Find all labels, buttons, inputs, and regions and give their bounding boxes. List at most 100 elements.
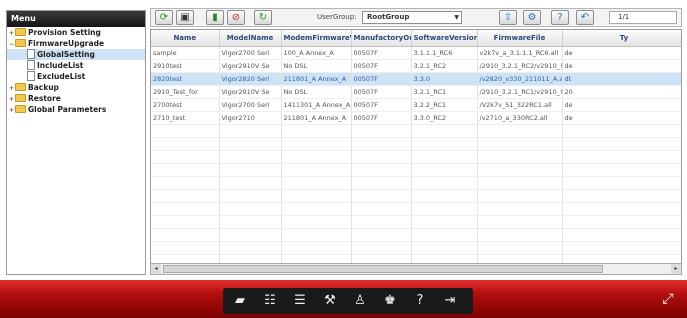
firmware-table: NameModelNameModemFirmwareVersionManufac… [150, 29, 682, 275]
usergroup-label: UserGroup: [317, 13, 357, 21]
back-icon: ↶ [580, 11, 590, 23]
table-cell: 3.3.0 [411, 72, 478, 86]
column-header[interactable]: FirmwareFile [477, 30, 563, 47]
table-cell [562, 176, 681, 190]
table-cell [281, 189, 352, 203]
tools-icon[interactable]: ⚒ [319, 292, 341, 310]
sidebar-item-label: IncludeList [37, 61, 84, 70]
scroll-left-icon[interactable]: ◂ [151, 264, 161, 274]
empty-row [151, 228, 681, 242]
settings-button[interactable]: ⚙ [523, 10, 541, 25]
table-row[interactable]: sample Vigor2700 Seri 100_A Annex_A 00507F 3… [151, 46, 681, 60]
sidebar-item[interactable]: − FirmwareUpgrade [7, 38, 145, 49]
save-icon: ▣ [180, 11, 190, 23]
list-icon[interactable]: ☰ [289, 292, 311, 310]
column-header[interactable]: ModemFirmwareVersion [281, 30, 352, 47]
usergroup-select[interactable]: RootGroup ▼ [362, 11, 462, 24]
table-cell [351, 189, 412, 203]
refresh-button[interactable]: ⟳ [155, 10, 173, 25]
column-header[interactable]: SoftwareVersion [411, 30, 478, 47]
table-cell [411, 163, 478, 177]
table-cell: /v2710_a_330RC2.all [477, 111, 563, 125]
sidebar-item[interactable]: + Provision Setting [7, 27, 145, 38]
column-header[interactable]: Name [151, 30, 220, 47]
table-cell: 00507F [351, 111, 412, 125]
help-icon[interactable]: ? [409, 292, 431, 310]
stop-button[interactable]: ⊘ [227, 10, 245, 25]
table-cell: 3.2.1_RC1 [411, 85, 478, 99]
sidebar: Menu + Provision Setting − FirmwareUpgrade G… [6, 10, 146, 275]
table-cell: 00507F [351, 85, 412, 99]
logout-icon[interactable]: ⇥ [439, 292, 461, 310]
table-cell [151, 189, 220, 203]
horizontal-scrollbar[interactable]: ◂ ▸ [150, 263, 682, 275]
users-icon[interactable]: ♚ [379, 292, 401, 310]
scroll-right-icon[interactable]: ▸ [671, 264, 681, 274]
table-cell [411, 215, 478, 229]
table-cell: /2910_3.2.1_RC1/v2910_! [477, 85, 563, 99]
table-cell [281, 215, 352, 229]
reload-button[interactable]: ↻ [254, 10, 272, 25]
column-header[interactable]: ModelName [219, 30, 282, 47]
document-icon [27, 49, 35, 59]
table-cell [411, 189, 478, 203]
bottom-dock: ▰ ☷ ☰ ⚒ ♙ ♚? ⇥ [223, 288, 473, 314]
table-cell [411, 241, 478, 255]
save-button[interactable]: ▣ [176, 10, 194, 25]
table-cell [411, 202, 478, 216]
sidebar-item-label: Backup [28, 83, 59, 92]
scrollbar-thumb[interactable] [163, 265, 603, 273]
table-cell [562, 124, 681, 138]
upload-button[interactable]: ⇧ [499, 10, 517, 25]
delete-icon: ▮ [212, 11, 218, 23]
table-cell [562, 241, 681, 255]
back-button[interactable]: ↶ [576, 10, 594, 25]
table-cell: No DSL [281, 59, 352, 73]
table-cell [281, 202, 352, 216]
delete-button[interactable]: ▮ [206, 10, 224, 25]
sidebar-item[interactable]: + Restore [7, 93, 145, 104]
usergroup-value: RootGroup [367, 13, 410, 21]
user-icon[interactable]: ♙ [349, 292, 371, 310]
table-cell: 2710_test [151, 111, 220, 125]
table-cell [151, 241, 220, 255]
table-cell: 20 [562, 85, 681, 99]
table-cell [219, 202, 282, 216]
table-cell [411, 137, 478, 151]
column-header[interactable]: ManufactoryOui [351, 30, 412, 47]
table-row[interactable]: 2700test Vigor2700 Seri 1411301_A Annex_A 0… [151, 98, 681, 112]
sidebar-item-label: Restore [28, 94, 61, 103]
fullscreen-icon[interactable]: ⤢ [659, 290, 677, 308]
sidebar-item[interactable]: GlobalSetting [7, 49, 145, 60]
calendar-icon[interactable]: ☷ [259, 292, 281, 310]
table-cell: 1411301_A Annex_A [281, 98, 352, 112]
table-cell [562, 150, 681, 164]
table-row[interactable]: 2820test Vigor2820 Seri 211801_A Annex_A 00… [151, 72, 681, 86]
dashboard-icon[interactable]: ▰ [229, 292, 251, 310]
table-cell: 00507F [351, 59, 412, 73]
table-cell [281, 124, 352, 138]
sidebar-item[interactable]: IncludeList [7, 60, 145, 71]
page-indicator: 1/1 [609, 11, 677, 24]
table-cell [351, 228, 412, 242]
table-cell [411, 124, 478, 138]
table-row[interactable]: 2910_Test_for Vigor2910V Se No DSL 00507F 3.… [151, 85, 681, 99]
table-cell [281, 176, 352, 190]
sidebar-item[interactable]: + Backup [7, 82, 145, 93]
toolbar: ⟳ ▣ ▮ ⊘ ↻ UserGroup: RootGroup ▼ ⇧ ⚙ ? ↶… [150, 8, 682, 27]
help-button[interactable]: ? [551, 10, 569, 25]
empty-row [151, 176, 681, 190]
table-cell [151, 137, 220, 151]
empty-row [151, 215, 681, 229]
sidebar-item[interactable]: + Global Parameters [7, 104, 145, 115]
sidebar-title: Menu [7, 11, 145, 27]
table-cell [562, 163, 681, 177]
table-cell: Vigor2700 Seri [219, 46, 282, 60]
menu-tree: + Provision Setting − FirmwareUpgrade Global… [7, 27, 145, 115]
table-row[interactable]: 2710_test Vigor2710 211801_A Annex_A 00507F… [151, 111, 681, 125]
table-cell [281, 228, 352, 242]
table-row[interactable]: 2910test Vigor2910V Se No DSL 00507F 3.2.1_R… [151, 59, 681, 73]
table-cell: 211801_A Annex_A [281, 72, 352, 86]
sidebar-item[interactable]: ExcludeList [7, 71, 145, 82]
column-header[interactable]: Ty [562, 30, 681, 47]
